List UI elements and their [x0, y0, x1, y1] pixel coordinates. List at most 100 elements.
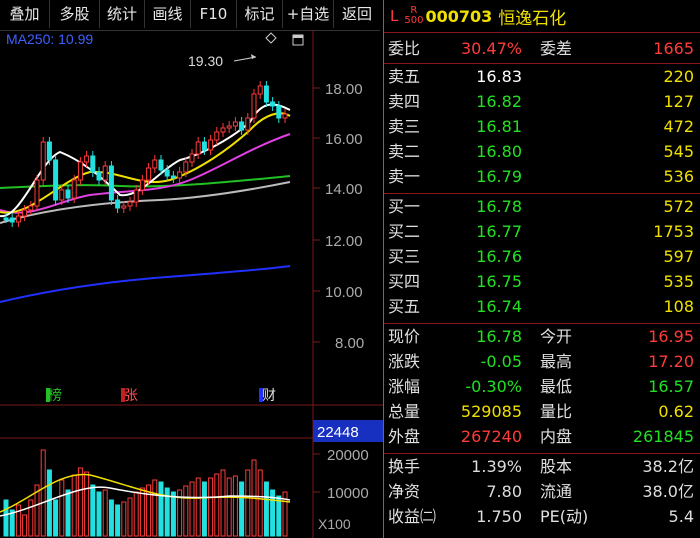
add-watchlist-button[interactable]: +自选 — [283, 0, 334, 28]
volume-bar — [189, 481, 195, 537]
net-assets: 7.80 — [486, 482, 522, 501]
list-marker: 榜 — [48, 387, 62, 404]
back-button[interactable]: 返回 — [334, 0, 380, 28]
candle-body — [9, 217, 15, 223]
ask-price: 16.81 — [476, 117, 522, 136]
stat-label: 量比 — [540, 402, 573, 421]
ask-price: 16.80 — [476, 142, 522, 161]
volume-bar — [46, 469, 52, 537]
current-price: 16.78 — [476, 327, 522, 346]
candle-body — [183, 161, 189, 173]
volume-bar — [226, 477, 232, 537]
mark-button[interactable]: 标记 — [237, 0, 283, 28]
candle-body — [40, 141, 46, 181]
financial-report-marker-bar — [259, 388, 263, 402]
stat-label: 今开 — [540, 327, 573, 346]
volume-bar — [90, 484, 96, 537]
fund-label: 股本 — [540, 457, 573, 476]
rank-badge-bottom: 500 — [404, 15, 424, 26]
bid-row[interactable]: 买五 16.74 108 — [384, 294, 700, 319]
kline-chart[interactable]: 18.00 16.00 14.00 12.00 10.00 8.00 MA250… — [0, 30, 383, 538]
candle-body — [59, 189, 65, 201]
candle-body — [115, 199, 121, 209]
candle-body — [158, 159, 164, 171]
draw-line-button[interactable]: 画线 — [145, 0, 191, 28]
volume-bar — [245, 469, 251, 537]
market-mark: L — [390, 7, 399, 25]
outer-volume: 267240 — [460, 427, 522, 446]
limit-up-marker: 张 — [124, 388, 138, 404]
ask-row[interactable]: 卖五 16.83 220 — [384, 64, 700, 89]
candle-body — [214, 131, 220, 141]
price-axis-label: 12.00 — [325, 233, 363, 250]
fund-label: 换手 — [388, 457, 421, 476]
total-volume: 529085 — [460, 402, 522, 421]
bids-section: 买一 16.78 572 买二 16.77 1753 买三 16.76 597 买四 16.7… — [384, 193, 700, 319]
volume-bar — [195, 477, 201, 537]
bid-row[interactable]: 买二 16.77 1753 — [384, 219, 700, 244]
candle-body — [133, 189, 139, 203]
stat-row: 涨跌 -0.05 最高 17.20 — [384, 349, 700, 374]
price-axis-label: 16.00 — [325, 131, 363, 148]
volume-bar — [201, 481, 207, 537]
bid-label: 买二 — [388, 222, 421, 241]
ask-volume: 220 — [663, 67, 694, 86]
bid-row[interactable]: 买四 16.75 535 — [384, 269, 700, 294]
bid-row[interactable]: 买三 16.76 597 — [384, 244, 700, 269]
candle-body — [232, 121, 238, 127]
volume-bar — [59, 479, 65, 537]
bid-row[interactable]: 买一 16.78 572 — [384, 194, 700, 219]
fund-row: 换手 1.39% 股本 38.2亿 — [384, 454, 700, 479]
stat-row: 外盘 267240 内盘 261845 — [384, 424, 700, 449]
candle-body — [121, 205, 127, 209]
multi-stock-button[interactable]: 多股 — [50, 0, 100, 28]
eps: 1.750 — [476, 507, 522, 526]
volume-bar — [127, 497, 133, 537]
candle-body — [15, 215, 21, 223]
candle-body — [3, 217, 9, 221]
candle-body — [270, 101, 276, 107]
f10-button[interactable]: F10 — [191, 0, 237, 28]
bid-volume: 572 — [663, 197, 694, 216]
candle-body — [220, 127, 226, 133]
chart-toolbar: 叠加 多股 统计 画线 F10 标记 +自选 返回 — [0, 0, 380, 31]
candle-body — [127, 201, 133, 207]
candle-body — [139, 179, 145, 191]
order-diff-value: 1665 — [653, 39, 694, 58]
current-volume-value: 22448 — [317, 424, 359, 441]
candle-body — [53, 159, 59, 201]
diamond-icon[interactable] — [265, 32, 277, 44]
ask-label: 卖一 — [388, 167, 421, 186]
candle-body — [263, 85, 269, 103]
bid-label: 买一 — [388, 197, 421, 216]
bid-volume: 535 — [663, 272, 694, 291]
overlay-button[interactable]: 叠加 — [0, 0, 50, 28]
bid-price: 16.74 — [476, 297, 522, 316]
candle-body — [77, 161, 83, 181]
volume-bar — [257, 469, 263, 537]
volume-bar — [65, 489, 71, 537]
stat-label: 现价 — [388, 327, 421, 346]
ask-row[interactable]: 卖三 16.81 472 — [384, 114, 700, 139]
candle-body — [226, 125, 232, 129]
ask-label: 卖四 — [388, 92, 421, 111]
open-price: 16.95 — [648, 327, 694, 346]
statistics-button[interactable]: 统计 — [100, 0, 145, 28]
pe-ratio: 5.4 — [668, 507, 694, 526]
fund-label: 净资 — [388, 482, 421, 501]
fundamentals-section: 换手 1.39% 股本 38.2亿 净资 7.80 流通 38.0亿 收益㈡ 1.750 PE(… — [384, 453, 700, 529]
candle-body — [96, 171, 102, 181]
stat-row: 现价 16.78 今开 16.95 — [384, 324, 700, 349]
volume-bar — [133, 491, 139, 537]
ask-row[interactable]: 卖二 16.80 545 — [384, 139, 700, 164]
volume-axis-label: 20000 — [327, 447, 369, 464]
volume-bar — [232, 475, 238, 537]
volume-bar — [77, 467, 83, 537]
stock-name: 恒逸石化 — [498, 8, 567, 29]
ask-row[interactable]: 卖一 16.79 536 — [384, 164, 700, 189]
ask-row[interactable]: 卖四 16.82 127 — [384, 89, 700, 114]
asks-section: 卖五 16.83 220 卖四 16.82 127 卖三 16.81 472 卖二 16.80… — [384, 63, 700, 189]
volume-bar — [220, 469, 226, 537]
total-shares: 38.2亿 — [642, 457, 694, 476]
volume-bar — [71, 474, 77, 537]
